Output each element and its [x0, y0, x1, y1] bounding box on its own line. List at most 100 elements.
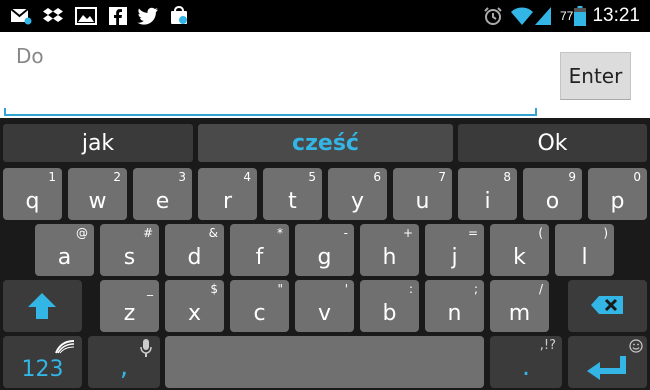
space-key[interactable]	[165, 336, 484, 388]
key-alt: 2	[113, 170, 121, 184]
key-label: f	[255, 245, 264, 270]
suggestion-middle[interactable]: cześć	[198, 124, 453, 162]
key-m[interactable]: / m	[490, 280, 549, 332]
key-q[interactable]: 1q	[3, 168, 62, 220]
gallery-icon	[75, 6, 97, 26]
clock: 13:21	[592, 5, 640, 26]
suggestion-right[interactable]: Ok	[458, 124, 647, 162]
key-label: .	[521, 352, 531, 382]
key-label: ,	[119, 352, 129, 382]
key-y[interactable]: 6y	[328, 168, 387, 220]
input-area: Do Enter	[0, 32, 650, 118]
key-alt: :	[408, 282, 413, 296]
facebook-icon	[108, 6, 128, 26]
key-label: x	[187, 301, 202, 326]
battery-percent: 77	[560, 9, 574, 23]
key-label: j	[451, 245, 458, 270]
key-h[interactable]: + h	[360, 224, 419, 276]
key-label: 123	[21, 357, 64, 382]
key-s[interactable]: # s	[100, 224, 159, 276]
key-label: y	[350, 189, 365, 214]
key-alt: -	[343, 226, 348, 240]
key-alt: 3	[178, 170, 186, 184]
key-l[interactable]: ) l	[555, 224, 614, 276]
key-w[interactable]: 2w	[68, 168, 127, 220]
keyboard: jak cześć Ok 1q 2w 3e 4r 5t 6y 7u 8i 9o …	[0, 118, 650, 390]
key-label: g	[317, 245, 332, 270]
return-icon	[586, 354, 628, 385]
text-input-tick-right	[535, 108, 537, 116]
key-label: t	[288, 189, 297, 214]
text-input-underline	[4, 114, 537, 116]
market-icon	[168, 6, 190, 26]
key-alt: _	[147, 282, 153, 296]
text-input[interactable]: Do	[4, 32, 537, 118]
key-label: n	[447, 301, 462, 326]
key-k[interactable]: (k	[490, 224, 549, 276]
text-input-value: Do	[16, 44, 44, 68]
key-alt: 0	[633, 170, 641, 184]
key-c[interactable]: " c	[230, 280, 289, 332]
key-u[interactable]: 7u	[393, 168, 452, 220]
key-alt: ;	[473, 282, 478, 296]
suggestion-bar: jak cześć Ok	[0, 118, 650, 166]
dropbox-icon	[42, 6, 64, 26]
key-alt: @	[76, 226, 88, 240]
key-j[interactable]: = j	[425, 224, 484, 276]
emoticon-icon	[629, 339, 643, 358]
key-o[interactable]: 9o	[523, 168, 582, 220]
key-label: a	[57, 245, 72, 270]
key-label: l	[581, 245, 588, 270]
key-t[interactable]: 5t	[263, 168, 322, 220]
shift-icon	[27, 292, 57, 325]
key-alt: +	[402, 226, 413, 240]
key-label: i	[484, 189, 491, 214]
key-i[interactable]: 8i	[458, 168, 517, 220]
key-label: s	[123, 245, 136, 270]
key-label: q	[25, 189, 40, 214]
period-key[interactable]: ,!? .	[490, 336, 562, 388]
key-label: d	[187, 245, 202, 270]
key-label: u	[415, 189, 430, 214]
key-label: m	[508, 301, 531, 326]
key-alt: #	[142, 226, 153, 240]
key-f[interactable]: * f	[230, 224, 289, 276]
key-alt: "	[277, 282, 283, 296]
key-b[interactable]: :b	[360, 280, 419, 332]
key-e[interactable]: 3e	[133, 168, 192, 220]
alarm-icon	[482, 6, 504, 26]
key-label: e	[155, 189, 170, 214]
key-alt: ,!?	[539, 338, 556, 353]
key-a[interactable]: @ a	[35, 224, 94, 276]
backspace-icon	[590, 295, 624, 320]
key-d[interactable]: & d	[165, 224, 224, 276]
key-alt: 9	[568, 170, 576, 184]
shift-key[interactable]	[3, 280, 82, 332]
key-label: z	[123, 301, 136, 326]
symbols-key[interactable]: 123	[3, 336, 82, 388]
key-alt: *	[277, 226, 283, 240]
key-alt: 1	[48, 170, 56, 184]
key-label: r	[222, 189, 233, 214]
key-alt: 8	[503, 170, 511, 184]
wifi-icon	[510, 6, 534, 26]
signal-icon	[534, 6, 552, 26]
enter-button[interactable]: Enter	[560, 52, 631, 100]
key-x[interactable]: $ x	[165, 280, 224, 332]
key-p[interactable]: 0p	[588, 168, 647, 220]
suggestion-left[interactable]: jak	[3, 124, 193, 162]
key-alt: )	[603, 226, 608, 240]
comma-key[interactable]: ,	[88, 336, 160, 388]
backspace-key[interactable]	[568, 280, 647, 332]
key-g[interactable]: -g	[295, 224, 354, 276]
key-v[interactable]: ' v	[295, 280, 354, 332]
key-label: b	[382, 301, 397, 326]
key-r[interactable]: 4r	[198, 168, 257, 220]
key-alt: 6	[373, 170, 381, 184]
return-key[interactable]	[568, 336, 647, 388]
key-label: w	[88, 189, 107, 214]
key-alt: $	[210, 282, 218, 296]
key-n[interactable]: ; n	[425, 280, 484, 332]
key-label: c	[253, 301, 266, 326]
key-z[interactable]: _ z	[100, 280, 159, 332]
